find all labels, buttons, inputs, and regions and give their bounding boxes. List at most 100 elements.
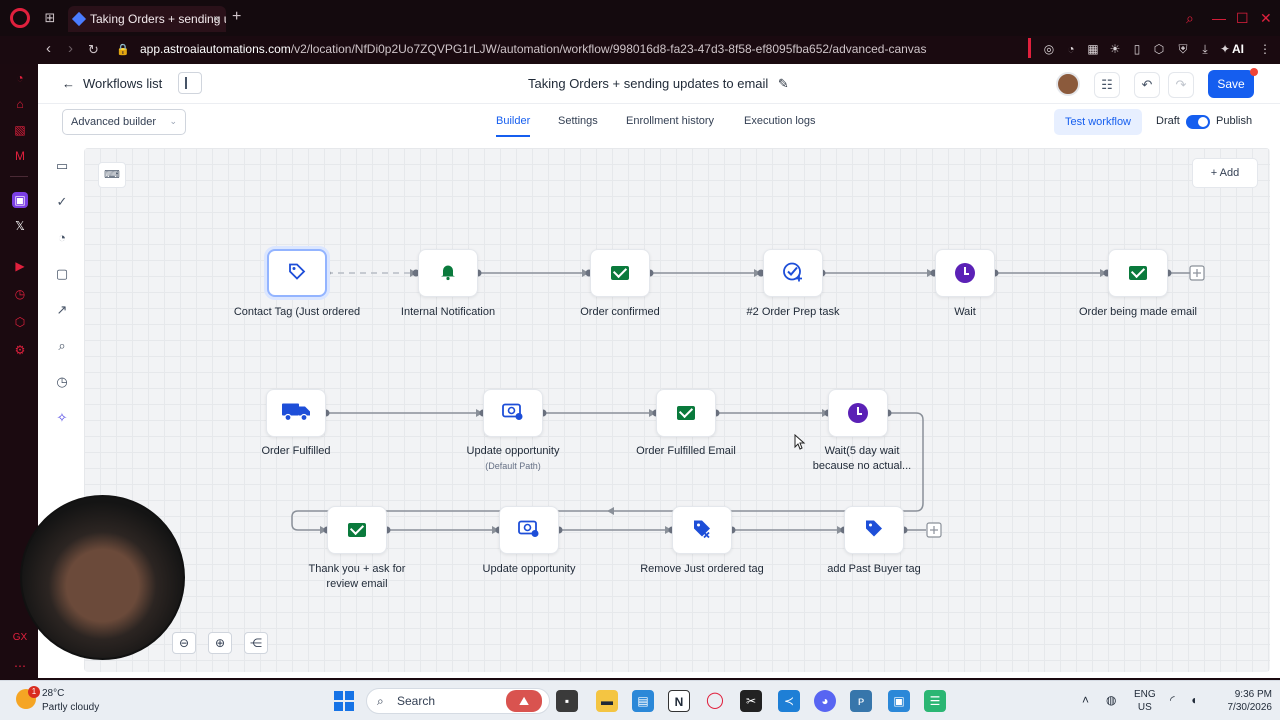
search-icon[interactable]: ⌕	[54, 338, 70, 354]
discord-icon[interactable]: ◕	[814, 690, 836, 712]
history-icon[interactable]: ◷	[54, 374, 70, 390]
twitch-icon[interactable]: ▣	[12, 192, 28, 208]
python-icon[interactable]: ᴘ	[850, 690, 872, 712]
zoom-in-button[interactable]: ⊕	[208, 632, 232, 654]
node-wait[interactable]	[935, 249, 995, 297]
node-order-fulfilled[interactable]	[266, 389, 326, 437]
extensions-icon[interactable]: ⬡	[12, 314, 28, 330]
notion-icon[interactable]: N	[668, 690, 690, 712]
node-order-being-made-email[interactable]	[1108, 249, 1168, 297]
close-window-button[interactable]: ✕	[1260, 10, 1272, 27]
notepad-icon[interactable]: ☰	[924, 690, 946, 712]
node-add-past-buyer-tag[interactable]	[844, 506, 904, 554]
comment-icon[interactable]: ▭	[54, 158, 70, 174]
publish-toggle[interactable]	[1186, 115, 1210, 129]
tab-settings[interactable]: Settings	[558, 115, 598, 127]
volume-icon[interactable]: ◖	[1190, 693, 1197, 707]
node-internal-notification[interactable]	[418, 249, 478, 297]
opera-gx-icon[interactable]: ◯	[704, 690, 726, 712]
node-update-opportunity-1[interactable]	[483, 389, 543, 437]
speed-dial-icon[interactable]: ◔	[12, 70, 28, 86]
tray-overflow-icon[interactable]: ˄	[1082, 693, 1089, 707]
pinboard-icon[interactable]: ▧	[12, 122, 28, 138]
node-remove-tag[interactable]	[672, 506, 732, 554]
file-icon[interactable]: ▢	[54, 266, 70, 282]
tab-builder[interactable]: Builder	[496, 115, 531, 137]
forward-icon[interactable]: ›	[68, 40, 73, 57]
messenger-icon[interactable]: M	[12, 148, 28, 164]
store-icon[interactable]: ▤	[632, 690, 654, 712]
zoom-out-button[interactable]: ⊖	[172, 632, 196, 654]
tab-close-icon[interactable]: ×	[213, 6, 220, 32]
reload-icon[interactable]: ↻	[88, 42, 99, 58]
ai-sparkle-icon[interactable]: ✦	[1218, 42, 1232, 56]
ai-sparkle-icon[interactable]: ✧	[54, 410, 70, 426]
node-thank-you-email[interactable]	[327, 506, 387, 554]
widget-icon[interactable]: ⛰	[506, 690, 542, 712]
redo-button[interactable]: ↷	[1168, 72, 1194, 98]
notes-icon-button[interactable]: ☷	[1094, 72, 1120, 98]
extensions-puzzle-icon[interactable]: ⬡	[1152, 42, 1166, 56]
workflows-list-link[interactable]: ← Workflows list	[62, 76, 162, 91]
weather-description[interactable]: Partly cloudy	[42, 702, 99, 713]
add-button[interactable]: + Add	[1192, 158, 1258, 188]
keyboard-icon[interactable]: ⌨	[98, 162, 126, 188]
gx-icon[interactable]: GX	[12, 630, 28, 646]
minimize-button[interactable]: —	[1212, 10, 1226, 26]
auto-layout-button[interactable]: ⋲	[244, 632, 268, 654]
stats-icon[interactable]: ◔	[54, 230, 70, 246]
vscode-icon[interactable]: ≺	[778, 690, 800, 712]
node-order-confirmed[interactable]	[590, 249, 650, 297]
workflow-title[interactable]: Taking Orders + sending updates to email…	[528, 76, 789, 92]
shield-icon[interactable]: ⛨	[1176, 42, 1190, 56]
external-link-icon[interactable]: ↗	[54, 302, 70, 318]
capcut-icon[interactable]: ✂	[740, 690, 762, 712]
windows-start-icon[interactable]	[334, 691, 354, 711]
opera-logo-icon[interactable]	[10, 8, 30, 28]
node-update-opportunity-2[interactable]	[499, 506, 559, 554]
new-tab-button[interactable]: +	[232, 8, 241, 26]
search-tabs-icon[interactable]: ⌕	[1186, 10, 1194, 27]
x-icon[interactable]: 𝕏	[12, 218, 28, 234]
save-button[interactable]: Save	[1208, 70, 1254, 98]
network-tray-icon[interactable]: ◍	[1106, 693, 1116, 707]
gx-corner-icon[interactable]: ⌂	[12, 96, 28, 112]
task-view-icon[interactable]: ▪	[556, 690, 578, 712]
node-contact-tag[interactable]	[267, 249, 327, 297]
app-icon[interactable]: ▣	[888, 690, 910, 712]
node-wait-5-day[interactable]	[828, 389, 888, 437]
brightness-icon[interactable]: ☀	[1108, 42, 1122, 56]
download-icon[interactable]: ⤓	[1198, 42, 1212, 56]
panel-toggle-button[interactable]	[178, 72, 202, 94]
extension-icon-2[interactable]: ◔	[1064, 42, 1078, 56]
node-order-prep-task[interactable]	[763, 249, 823, 297]
taskbar-clock[interactable]: 9:36 PM 7/30/2026	[1222, 688, 1273, 714]
ai-label[interactable]: AI	[1232, 42, 1244, 56]
history-icon[interactable]: ◷	[12, 286, 28, 302]
maximize-button[interactable]: ☐	[1236, 10, 1249, 27]
builder-mode-select[interactable]: Advanced builder ⌄	[62, 109, 186, 135]
tab-execution-logs[interactable]: Execution logs	[744, 115, 816, 127]
node-order-fulfilled-email[interactable]	[656, 389, 716, 437]
language-indicator[interactable]: ENG US	[1134, 688, 1156, 714]
extension-icon-3[interactable]: ▦	[1086, 42, 1100, 56]
bookmark-icon[interactable]: ▯	[1130, 42, 1144, 56]
file-explorer-icon[interactable]: ▬	[596, 690, 618, 712]
wifi-icon[interactable]: ◜	[1170, 693, 1175, 707]
avatar[interactable]	[1056, 72, 1080, 96]
url-field[interactable]: app.astroaiautomations.com/v2/location/N…	[140, 42, 926, 56]
weather-temperature[interactable]: 28°C	[42, 688, 64, 699]
pencil-icon[interactable]: ✎	[778, 76, 789, 91]
tab-list-icon[interactable]: ⊞	[42, 10, 58, 26]
more-menu-icon[interactable]: ⋮	[1258, 42, 1272, 56]
browser-tab-active[interactable]: Taking Orders + sending up ×	[68, 6, 226, 32]
check-circle-icon[interactable]: ✓	[54, 194, 70, 210]
test-workflow-button[interactable]: Test workflow	[1054, 109, 1142, 135]
undo-button[interactable]: ↶	[1134, 72, 1160, 98]
sidebar-more-icon[interactable]: ⋯	[12, 658, 28, 674]
tab-enrollment-history[interactable]: Enrollment history	[626, 115, 714, 127]
extension-icon-1[interactable]: ◎	[1042, 42, 1056, 56]
back-icon[interactable]: ‹	[46, 40, 51, 57]
settings-gear-icon[interactable]: ⚙	[12, 342, 28, 358]
player-icon[interactable]: ▶	[12, 258, 28, 274]
